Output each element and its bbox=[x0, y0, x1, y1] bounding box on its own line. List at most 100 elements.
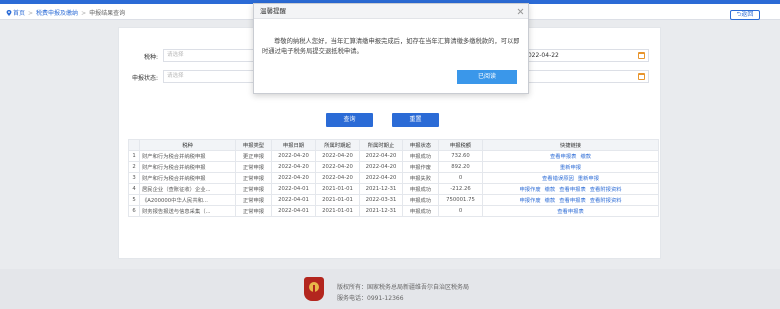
row-period-start: 2021-01-01 bbox=[315, 183, 360, 195]
table-row: 6 财务报告报送与信息采集（... 正常申报 2022-04-01 2021-0… bbox=[128, 205, 659, 217]
link-view-form[interactable]: 查看申报表 bbox=[559, 187, 586, 193]
row-amount: 0 bbox=[438, 172, 483, 184]
row-index: 5 bbox=[128, 194, 140, 206]
row-filing-date: 2022-04-20 bbox=[271, 161, 316, 173]
dialog-confirm-button[interactable]: 已阅读 bbox=[457, 70, 517, 84]
date-end-field[interactable]: 2022-04-22 bbox=[520, 49, 649, 62]
row-tax-type: 财务报告报送与信息采集（... bbox=[139, 205, 236, 217]
link-view-attachments[interactable]: 查看附报资料 bbox=[590, 187, 622, 193]
row-quick-links: 申报作废 缴款 查看申报表 查看附报资料 bbox=[482, 194, 659, 206]
link-view-error[interactable]: 查看错误原因 bbox=[542, 176, 574, 182]
header-quick-links: 快捷链接 bbox=[482, 139, 659, 151]
row-filing-type: 正常申报 bbox=[235, 161, 272, 173]
row-filing-type: 正常申报 bbox=[235, 172, 272, 184]
link-pay[interactable]: 缴款 bbox=[580, 154, 591, 160]
row-filing-date: 2022-04-20 bbox=[271, 172, 316, 184]
tax-type-select[interactable]: 请选择 bbox=[163, 49, 260, 62]
breadcrumb-current: 申报结果查询 bbox=[89, 10, 126, 17]
row-index: 3 bbox=[128, 172, 140, 184]
query-button[interactable]: 查询 bbox=[326, 113, 373, 127]
row-tax-type: 财产和行为税合并纳税申报 bbox=[139, 150, 236, 162]
row-quick-links: 查看错误原因 重新申报 bbox=[482, 172, 659, 184]
row-period-start: 2022-04-20 bbox=[315, 172, 360, 184]
row-tax-type: 《A200000中华人民共和... bbox=[139, 194, 236, 206]
row-status: 申报成功 bbox=[402, 205, 439, 217]
header-index bbox=[128, 139, 140, 151]
header-filing-type: 申报类型 bbox=[235, 139, 272, 151]
link-pay[interactable]: 缴款 bbox=[545, 198, 556, 204]
table-row: 3 财产和行为税合并纳税申报 正常申报 2022-04-20 2022-04-2… bbox=[128, 172, 659, 184]
back-button-label: 返回 bbox=[741, 11, 754, 18]
header-period-start: 所属时期起 bbox=[315, 139, 360, 151]
row-index: 4 bbox=[128, 183, 140, 195]
link-view-form[interactable]: 查看申报表 bbox=[557, 209, 584, 215]
breadcrumb-separator: > bbox=[81, 10, 87, 17]
date-end-value: 2022-04-22 bbox=[524, 52, 559, 59]
tax-bureau-logo-icon bbox=[304, 277, 324, 301]
table-header-row: 税种 申报类型 申报日期 所属时期起 所属时期止 申报状态 申报税额 快捷链接 bbox=[128, 139, 659, 151]
row-amount: 750001.75 bbox=[438, 194, 483, 206]
row-filing-date: 2022-04-01 bbox=[271, 205, 316, 217]
header-tax-type: 税种 bbox=[139, 139, 236, 151]
header-status: 申报状态 bbox=[402, 139, 439, 151]
reset-button[interactable]: 重置 bbox=[392, 113, 439, 127]
row-filing-type: 正常申报 bbox=[235, 205, 272, 217]
row-index: 1 bbox=[128, 150, 140, 162]
dialog-message: 尊敬的纳税人您好，当年汇算清缴申报完成后，如存在当年汇算清缴多缴税款的，可以即时… bbox=[262, 38, 520, 55]
row-filing-type: 正常申报 bbox=[235, 183, 272, 195]
row-status: 申报成功 bbox=[402, 194, 439, 206]
row-tax-type: 居民企业（查账征收）企业... bbox=[139, 183, 236, 195]
date-field-2[interactable] bbox=[520, 70, 649, 83]
link-view-attachments[interactable]: 查看附报资料 bbox=[590, 198, 622, 204]
row-filing-date: 2022-04-01 bbox=[271, 183, 316, 195]
breadcrumb-home[interactable]: 首页 bbox=[13, 10, 25, 17]
row-period-start: 2022-04-20 bbox=[315, 161, 360, 173]
breadcrumb: 首页 > 税费申报及缴纳 > 申报结果查询 bbox=[6, 8, 125, 17]
header-period-end: 所属时期止 bbox=[359, 139, 403, 151]
row-period-end: 2022-04-20 bbox=[359, 161, 403, 173]
row-filing-date: 2022-04-20 bbox=[271, 150, 316, 162]
close-icon[interactable] bbox=[513, 4, 528, 19]
row-filing-type: 正常申报 bbox=[235, 194, 272, 206]
location-pin-icon bbox=[6, 10, 12, 16]
dialog-title: 温馨提醒 bbox=[254, 4, 528, 19]
table-row: 4 居民企业（查账征收）企业... 正常申报 2022-04-01 2021-0… bbox=[128, 183, 659, 195]
breadcrumb-tax-filing[interactable]: 税费申报及缴纳 bbox=[36, 10, 78, 17]
link-refile[interactable]: 重新申报 bbox=[560, 165, 581, 171]
status-label: 申报状态: bbox=[131, 75, 158, 82]
row-status: 申报失败 bbox=[402, 172, 439, 184]
link-void-filing[interactable]: 申报作废 bbox=[519, 187, 540, 193]
status-select[interactable]: 请选择 bbox=[163, 70, 260, 83]
calendar-icon[interactable] bbox=[638, 52, 645, 59]
row-period-end: 2021-12-31 bbox=[359, 183, 403, 195]
row-quick-links: 查看申报表 bbox=[482, 205, 659, 217]
row-period-start: 2022-04-20 bbox=[315, 150, 360, 162]
link-view-form[interactable]: 查看申报表 bbox=[559, 198, 586, 204]
results-table: 税种 申报类型 申报日期 所属时期起 所属时期止 申报状态 申报税额 快捷链接 … bbox=[128, 139, 659, 217]
link-refile[interactable]: 重新申报 bbox=[578, 176, 599, 182]
row-quick-links: 重新申报 bbox=[482, 161, 659, 173]
row-period-end: 2022-04-20 bbox=[359, 150, 403, 162]
table-row: 2 财产和行为税合并纳税申报 正常申报 2022-04-20 2022-04-2… bbox=[128, 161, 659, 173]
link-pay[interactable]: 缴款 bbox=[545, 187, 556, 193]
breadcrumb-separator: > bbox=[28, 10, 34, 17]
row-filing-date: 2022-04-01 bbox=[271, 194, 316, 206]
row-period-start: 2021-01-01 bbox=[315, 205, 360, 217]
back-button[interactable]: ⮌返回 bbox=[730, 10, 760, 20]
footer-copyright: 版权所有：国家税务总局新疆维吾尔自治区税务局 bbox=[337, 284, 470, 291]
row-index: 6 bbox=[128, 205, 140, 217]
row-quick-links: 申报作废 缴款 查看申报表 查看附报资料 bbox=[482, 183, 659, 195]
header-filing-date: 申报日期 bbox=[271, 139, 316, 151]
row-period-end: 2021-12-31 bbox=[359, 205, 403, 217]
footer-phone: 服务电话：0991-12366 bbox=[337, 295, 404, 302]
tax-type-label: 税种: bbox=[143, 54, 158, 61]
link-void-filing[interactable]: 申报作废 bbox=[519, 198, 540, 204]
header-amount: 申报税额 bbox=[438, 139, 483, 151]
calendar-icon[interactable] bbox=[638, 73, 645, 80]
table-row: 1 财产和行为税合并纳税申报 更正申报 2022-04-20 2022-04-2… bbox=[128, 150, 659, 162]
row-period-end: 2022-04-20 bbox=[359, 172, 403, 184]
row-status: 申报作废 bbox=[402, 161, 439, 173]
row-amount: 0 bbox=[438, 205, 483, 217]
link-view-form[interactable]: 查看申报表 bbox=[550, 154, 577, 160]
row-amount: 732.60 bbox=[438, 150, 483, 162]
